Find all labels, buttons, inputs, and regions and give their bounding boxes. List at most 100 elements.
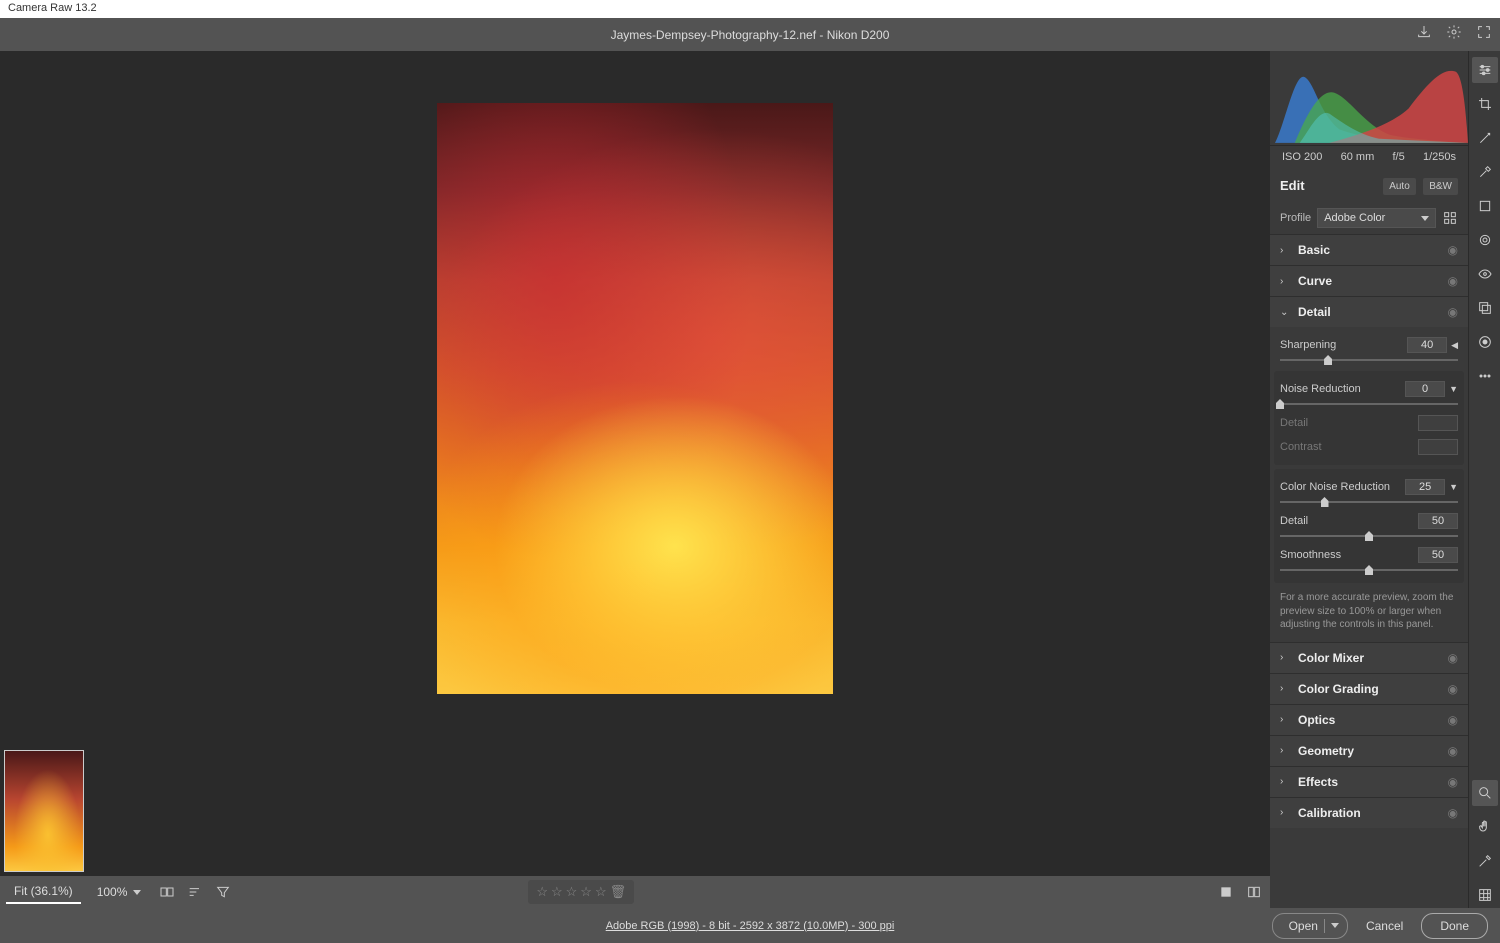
histogram[interactable] [1270,51,1468,146]
auto-button[interactable]: Auto [1383,178,1416,195]
profile-label: Profile [1280,212,1311,224]
snapshots-icon[interactable] [1472,295,1498,321]
zoom-icon[interactable] [1472,780,1498,806]
eye-icon[interactable]: ◉ [1448,775,1458,789]
star-4[interactable]: ☆ [580,884,592,900]
noise-input[interactable] [1405,381,1445,397]
cancel-button[interactable]: Cancel [1358,914,1411,938]
sharpening-slider[interactable] [1280,359,1458,361]
view-split-icon[interactable] [1244,882,1264,902]
color-noise-input[interactable] [1405,479,1445,495]
cn-detail-slider[interactable] [1280,535,1458,537]
star-5[interactable]: ☆ [595,884,607,900]
noise-detail-input [1418,415,1458,431]
header-bar: Jaymes-Dempsey-Photography-12.nef - Niko… [0,18,1500,51]
profile-select[interactable]: Adobe Color [1317,208,1436,228]
noise-contrast-label: Contrast [1280,441,1322,453]
bottom-toolbar: Fit (36.1%) 100% ☆ ☆ ☆ ☆ ☆ 🗑 [0,876,1270,908]
right-panel: ISO 200 60 mm f/5 1/250s Edit Auto B&W P… [1270,51,1500,908]
noise-label: Noise Reduction [1280,383,1361,395]
cn-detail-input[interactable] [1418,513,1458,529]
noise-detail-label: Detail [1280,417,1308,429]
chevron-right-icon: › [1280,245,1292,256]
chevron-right-icon: › [1280,714,1292,725]
filter-icon[interactable] [213,882,233,902]
eyedropper-icon[interactable] [1472,159,1498,185]
sampler-icon[interactable] [1472,848,1498,874]
profile-browser-icon[interactable] [1442,210,1458,226]
star-3[interactable]: ☆ [566,884,578,900]
zoom-100[interactable]: 100% [89,881,150,903]
zoom-fit[interactable]: Fit (36.1%) [6,880,81,904]
rating-stars: ☆ ☆ ☆ ☆ ☆ 🗑 [528,880,634,904]
section-geometry[interactable]: ›Geometry◉ [1270,736,1468,766]
star-1[interactable]: ☆ [536,884,548,900]
chevron-right-icon: › [1280,745,1292,756]
preview-image [437,103,833,694]
app-title: Camera Raw 13.2 [8,2,97,14]
eye-icon[interactable]: ◉ [1448,682,1458,696]
disclosure-icon[interactable]: ◀ [1451,340,1458,350]
chevron-right-icon: › [1280,807,1292,818]
fullscreen-icon[interactable] [1476,24,1492,45]
sort-icon[interactable] [185,882,205,902]
view-single-icon[interactable] [1216,882,1236,902]
eye-icon[interactable]: ◉ [1448,305,1458,319]
star-2[interactable]: ☆ [551,884,563,900]
disclosure-icon[interactable]: ▼ [1449,482,1458,492]
open-button[interactable]: Open [1272,913,1348,939]
compare-icon[interactable] [157,882,177,902]
section-optics[interactable]: ›Optics◉ [1270,705,1468,735]
eye-icon[interactable]: ◉ [1448,744,1458,758]
chevron-right-icon: › [1280,652,1292,663]
section-detail[interactable]: ⌄Detail◉ [1270,297,1468,327]
header-title: Jaymes-Dempsey-Photography-12.nef - Niko… [611,28,890,42]
gear-icon[interactable] [1446,24,1462,45]
noise-slider[interactable] [1280,403,1458,405]
section-calibration[interactable]: ›Calibration◉ [1270,798,1468,828]
color-noise-slider[interactable] [1280,501,1458,503]
eye-icon[interactable]: ◉ [1448,651,1458,665]
section-color-mixer[interactable]: ›Color Mixer◉ [1270,643,1468,673]
heal-brush-icon[interactable] [1472,125,1498,151]
iso-value: ISO 200 [1282,151,1322,163]
done-button[interactable]: Done [1421,913,1488,939]
mask-square-icon[interactable] [1472,193,1498,219]
window-titlebar: Camera Raw 13.2 [0,0,1500,18]
chevron-down-icon: ⌄ [1280,307,1292,318]
smoothness-slider[interactable] [1280,569,1458,571]
export-icon[interactable] [1416,24,1432,45]
more-icon[interactable] [1472,363,1498,389]
redeye-icon[interactable] [1472,261,1498,287]
crop-icon[interactable] [1472,91,1498,117]
cn-detail-label: Detail [1280,515,1308,527]
trash-icon[interactable]: 🗑 [610,884,627,900]
edit-sliders-icon[interactable] [1472,57,1498,83]
eye-icon[interactable]: ◉ [1448,274,1458,288]
eye-icon[interactable]: ◉ [1448,713,1458,727]
eye-icon[interactable]: ◉ [1448,243,1458,257]
bw-button[interactable]: B&W [1423,178,1458,195]
eye-icon[interactable]: ◉ [1448,806,1458,820]
chevron-right-icon: › [1280,776,1292,787]
noise-contrast-input [1418,439,1458,455]
section-color-grading[interactable]: ›Color Grading◉ [1270,674,1468,704]
smoothness-input[interactable] [1418,547,1458,563]
sharpening-label: Sharpening [1280,339,1336,351]
section-effects[interactable]: ›Effects◉ [1270,767,1468,797]
grid-icon[interactable] [1472,882,1498,908]
hand-icon[interactable] [1472,814,1498,840]
presets-icon[interactable] [1472,329,1498,355]
disclosure-icon[interactable]: ▼ [1449,384,1458,394]
footer-bar: Adobe RGB (1998) - 8 bit - 2592 x 3872 (… [0,908,1500,943]
exif-row: ISO 200 60 mm f/5 1/250s [1270,146,1468,168]
thumbnail[interactable] [4,750,84,872]
section-basic[interactable]: ›Basic◉ [1270,235,1468,265]
sharpening-input[interactable] [1407,337,1447,353]
chevron-right-icon: › [1280,276,1292,287]
preview-canvas[interactable] [0,51,1270,746]
radial-icon[interactable] [1472,227,1498,253]
workflow-link[interactable]: Adobe RGB (1998) - 8 bit - 2592 x 3872 (… [606,920,895,932]
section-curve[interactable]: ›Curve◉ [1270,266,1468,296]
chevron-down-icon [1421,216,1429,221]
